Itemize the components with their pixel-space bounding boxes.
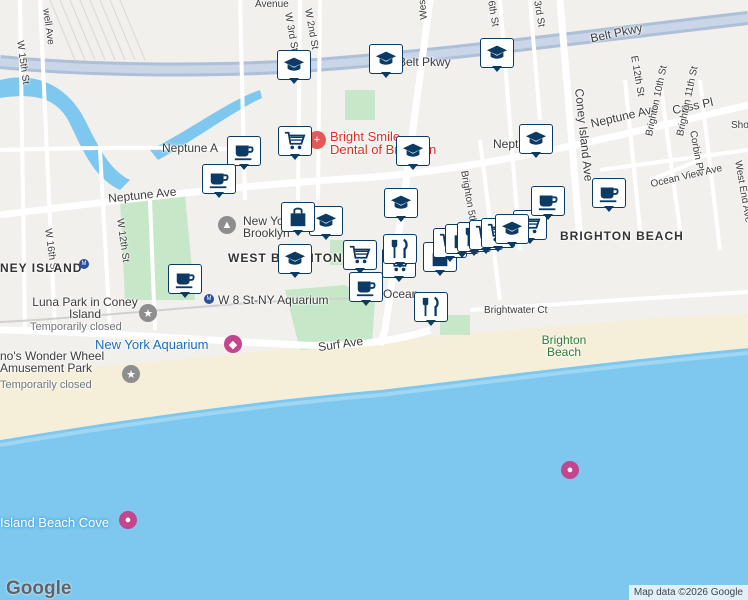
neighborhood-label-coney-island: NEY ISLAND bbox=[0, 261, 83, 275]
map-marker[interactable] bbox=[480, 38, 514, 72]
landmark-icon[interactable]: ★ bbox=[122, 365, 140, 383]
landmark-icon[interactable]: ★ bbox=[139, 304, 157, 322]
street-label-shore: Shore bbox=[731, 120, 748, 131]
map-marker[interactable] bbox=[281, 202, 315, 236]
fork-knife-icon bbox=[389, 238, 411, 260]
bag-icon bbox=[287, 206, 309, 228]
school-icon bbox=[501, 218, 523, 240]
coffee-icon bbox=[537, 190, 559, 212]
school-icon bbox=[315, 210, 337, 232]
map-marker[interactable] bbox=[369, 44, 403, 78]
map-marker[interactable] bbox=[495, 214, 529, 248]
coffee-icon bbox=[208, 168, 230, 190]
school-icon bbox=[402, 140, 424, 162]
coffee-icon bbox=[174, 268, 196, 290]
map-marker[interactable] bbox=[519, 124, 553, 158]
transit-label-aquarium-station: W 8 St-NY Aquarium bbox=[218, 293, 329, 307]
map-marker[interactable] bbox=[277, 50, 311, 84]
map-marker[interactable] bbox=[384, 188, 418, 222]
place-label-wonder-wheel[interactable]: no's Wonder Wheel Amusement Park bbox=[0, 350, 118, 374]
school-icon bbox=[283, 54, 305, 76]
coffee-icon bbox=[598, 182, 620, 204]
place-label-island-beach-cove[interactable]: Island Beach Cove bbox=[0, 516, 109, 529]
map-marker[interactable] bbox=[278, 244, 312, 278]
school-icon bbox=[390, 192, 412, 214]
street-label-brightwater-ct: Brightwater Ct bbox=[484, 305, 548, 316]
map-marker[interactable] bbox=[383, 234, 417, 268]
aquarium-icon[interactable]: ◆ bbox=[224, 335, 242, 353]
beach-icon[interactable]: ● bbox=[119, 511, 137, 529]
coffee-icon bbox=[233, 140, 255, 162]
place-label-luna-park[interactable]: Luna Park in Coney Island bbox=[30, 296, 140, 320]
map-marker[interactable] bbox=[168, 264, 202, 298]
map-marker[interactable] bbox=[349, 272, 383, 306]
map-marker[interactable] bbox=[343, 240, 377, 274]
fork-knife-icon bbox=[420, 296, 442, 318]
street-label-avenue: Avenue bbox=[255, 0, 289, 10]
map-marker[interactable] bbox=[531, 186, 565, 220]
school-icon bbox=[486, 42, 508, 64]
wonder-wheel-status: Temporarily closed bbox=[0, 379, 92, 391]
map-marker[interactable] bbox=[592, 178, 626, 212]
subway-icon[interactable]: M bbox=[204, 294, 214, 304]
school-icon bbox=[375, 48, 397, 70]
museum-icon[interactable]: ▲ bbox=[218, 216, 236, 234]
beach-icon[interactable]: ● bbox=[561, 461, 579, 479]
map-marker[interactable] bbox=[396, 136, 430, 170]
school-icon bbox=[525, 128, 547, 150]
beach-label-brighton-beach: Brighton Beach bbox=[541, 333, 587, 359]
map-marker[interactable] bbox=[278, 126, 312, 160]
street-label-neptune-a: Neptune A bbox=[162, 141, 219, 155]
subway-icon[interactable]: M bbox=[79, 259, 89, 269]
school-icon bbox=[284, 248, 306, 270]
map-attribution[interactable]: Map data ©2026 Google bbox=[628, 585, 748, 600]
map-canvas[interactable]: Belt Pkwy Belt Pkwy Neptune Ave Neptune … bbox=[0, 0, 748, 600]
cart-icon bbox=[349, 244, 371, 266]
neighborhood-label-brighton-beach: BRIGHTON BEACH bbox=[560, 229, 684, 243]
coffee-icon bbox=[355, 276, 377, 298]
luna-park-status: Temporarily closed bbox=[30, 321, 122, 333]
map-marker[interactable] bbox=[202, 164, 236, 198]
map-marker[interactable] bbox=[414, 292, 448, 326]
street-label-belt-pkwy-2: Belt Pkwy bbox=[398, 55, 451, 69]
cart-icon bbox=[284, 130, 306, 152]
google-logo: Google bbox=[6, 578, 72, 599]
